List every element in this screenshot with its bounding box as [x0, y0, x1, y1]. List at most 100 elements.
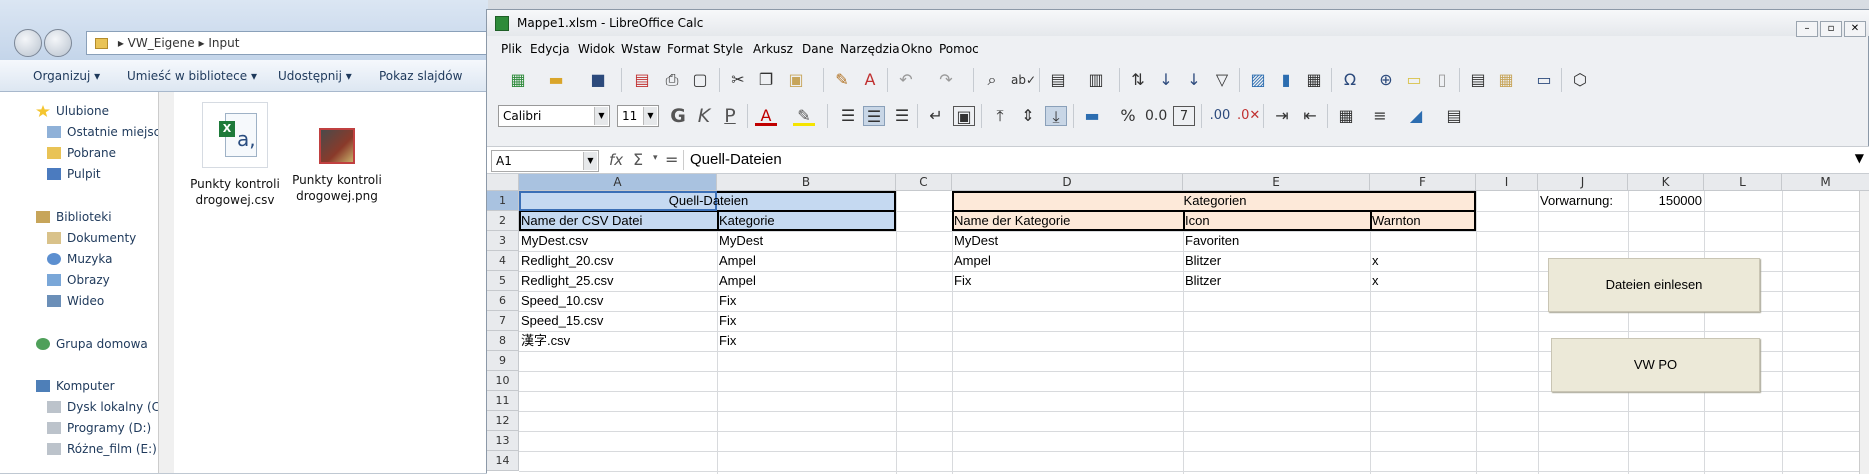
- menu-window[interactable]: Okno: [901, 36, 932, 62]
- column-header-e[interactable]: E: [1183, 174, 1370, 191]
- font-color-icon[interactable]: A: [755, 106, 777, 126]
- border-color-icon[interactable]: ◢: [1405, 106, 1427, 126]
- expand-formula-icon[interactable]: ▼: [1855, 151, 1864, 165]
- file-item-csv[interactable]: X a, Punkty kontroli drogowej.csv: [188, 102, 282, 208]
- name-box[interactable]: A1 ▼: [491, 150, 599, 172]
- column-header-j[interactable]: J: [1538, 174, 1628, 191]
- print-preview-icon[interactable]: ▢: [689, 70, 711, 90]
- row-icon[interactable]: ▤: [1047, 70, 1069, 90]
- nav-item[interactable]: Dokumenty: [47, 231, 136, 245]
- cell-e3[interactable]: Favoriten: [1183, 231, 1370, 251]
- cell-b3[interactable]: MyDest: [717, 231, 896, 251]
- copy-icon[interactable]: ❐: [755, 70, 777, 90]
- row-header[interactable]: 8: [487, 331, 519, 351]
- row-header[interactable]: 13: [487, 431, 519, 451]
- sort-icon[interactable]: ⇅: [1127, 70, 1149, 90]
- maximize-icon[interactable]: ▫: [1820, 21, 1842, 37]
- wrap-text-icon[interactable]: ↵: [925, 106, 947, 126]
- row-header[interactable]: 4: [487, 251, 519, 271]
- address-bar[interactable]: ▸ VW_Eigene ▸ Input: [86, 31, 488, 55]
- undo-icon[interactable]: ↶: [895, 70, 917, 90]
- row-header[interactable]: 11: [487, 391, 519, 411]
- nav-favorites[interactable]: Ulubione: [36, 104, 109, 118]
- hyperlink-icon[interactable]: ⊕: [1375, 70, 1397, 90]
- sort-descending-icon[interactable]: ↓: [1183, 70, 1205, 90]
- export-pdf-icon[interactable]: ▤: [631, 70, 653, 90]
- breadcrumb-item[interactable]: Input: [208, 36, 239, 50]
- row-header[interactable]: 10: [487, 371, 519, 391]
- borders-icon[interactable]: ▦: [1335, 106, 1357, 126]
- column-icon[interactable]: ▥: [1085, 70, 1107, 90]
- menu-view[interactable]: Widok: [578, 36, 615, 62]
- nav-item[interactable]: Programy (D:): [47, 421, 151, 435]
- forward-button[interactable]: [44, 29, 72, 57]
- paste-icon[interactable]: ▣: [785, 70, 807, 90]
- special-character-icon[interactable]: Ω: [1339, 70, 1361, 90]
- cell-d4[interactable]: Ampel: [952, 251, 1183, 271]
- spelling-icon[interactable]: ab✓: [1011, 70, 1036, 90]
- align-center-icon[interactable]: ☰: [863, 106, 885, 126]
- sum-icon[interactable]: Σ: [633, 150, 643, 169]
- row-header[interactable]: 7: [487, 311, 519, 331]
- nav-item[interactable]: Pulpit: [47, 167, 101, 181]
- menu-edit[interactable]: Edycja: [530, 36, 570, 62]
- underline-icon[interactable]: P: [719, 106, 741, 126]
- insert-chart-icon[interactable]: ▮: [1275, 70, 1297, 90]
- menu-file[interactable]: Plik: [501, 36, 522, 62]
- new-spreadsheet-icon[interactable]: ▦: [507, 70, 529, 90]
- close-icon[interactable]: ✕: [1844, 21, 1866, 37]
- cell-a1[interactable]: Quell-Dateien: [519, 191, 896, 211]
- italic-icon[interactable]: K: [693, 106, 715, 126]
- nav-item[interactable]: Wideo: [47, 294, 104, 308]
- percent-format-icon[interactable]: %: [1117, 106, 1139, 126]
- save-icon[interactable]: ■: [587, 70, 609, 90]
- cell-b5[interactable]: Ampel: [717, 271, 896, 291]
- row-header[interactable]: 12: [487, 411, 519, 431]
- cell-d5[interactable]: Fix: [952, 271, 1183, 291]
- column-header-b[interactable]: B: [717, 174, 896, 191]
- define-print-area-icon[interactable]: ▤: [1467, 70, 1489, 90]
- vertical-scrollbar[interactable]: [1859, 191, 1869, 474]
- column-header-f[interactable]: F: [1370, 174, 1476, 191]
- column-header-a[interactable]: A: [519, 174, 717, 191]
- cut-icon[interactable]: ✂: [727, 70, 749, 90]
- column-header-m[interactable]: M: [1782, 174, 1869, 191]
- pivot-table-icon[interactable]: ▦: [1303, 70, 1325, 90]
- row-header[interactable]: 6: [487, 291, 519, 311]
- formula-input[interactable]: Quell-Dateien: [690, 151, 782, 168]
- center-vertically-icon[interactable]: ⇕: [1017, 106, 1039, 126]
- cell-b7[interactable]: Fix: [717, 311, 896, 331]
- chevron-down-icon[interactable]: ▼: [643, 107, 657, 125]
- menu-help[interactable]: Pomoc: [939, 36, 979, 62]
- select-all-corner[interactable]: [487, 174, 519, 191]
- cell-d2[interactable]: Name der Kategorie: [952, 211, 1183, 231]
- formula-equals-icon[interactable]: =: [665, 150, 678, 169]
- nav-item[interactable]: Muzyka: [47, 252, 112, 266]
- cell-e2[interactable]: Icon: [1183, 211, 1370, 231]
- library-button[interactable]: Umieść w bibliotece ▾: [127, 69, 257, 83]
- function-wizard-icon[interactable]: fx: [609, 151, 623, 169]
- vw-po-button[interactable]: VW PO: [1551, 338, 1760, 392]
- pane-scrollbar[interactable]: [158, 92, 174, 473]
- menu-insert[interactable]: Wstaw: [621, 36, 661, 62]
- decrease-indent-icon[interactable]: ⇤: [1299, 106, 1321, 126]
- nav-item[interactable]: Obrazy: [47, 273, 110, 287]
- chevron-down-icon[interactable]: ▾: [653, 153, 658, 163]
- delete-decimal-icon[interactable]: .0✕: [1237, 106, 1260, 126]
- menu-data[interactable]: Dane: [802, 36, 834, 62]
- show-draw-functions-icon[interactable]: ⬡: [1569, 70, 1591, 90]
- date-format-icon[interactable]: 7: [1173, 106, 1195, 126]
- merge-center-icon[interactable]: ▣: [953, 106, 975, 126]
- open-folder-icon[interactable]: ▬: [545, 70, 567, 90]
- cell-b4[interactable]: Ampel: [717, 251, 896, 271]
- insert-image-icon[interactable]: ▨: [1247, 70, 1269, 90]
- cell-d1[interactable]: Kategorien: [952, 191, 1476, 211]
- menu-format[interactable]: Format: [667, 36, 709, 62]
- font-name-box[interactable]: Calibri ▼: [498, 105, 610, 127]
- align-left-icon[interactable]: ☰: [837, 106, 859, 126]
- cell-a5[interactable]: Redlight_25.csv: [519, 271, 717, 291]
- cell-b8[interactable]: Fix: [717, 331, 896, 351]
- align-bottom-icon[interactable]: ⤓: [1045, 106, 1067, 126]
- redo-icon[interactable]: ↷: [935, 70, 957, 90]
- cell-a6[interactable]: Speed_10.csv: [519, 291, 717, 311]
